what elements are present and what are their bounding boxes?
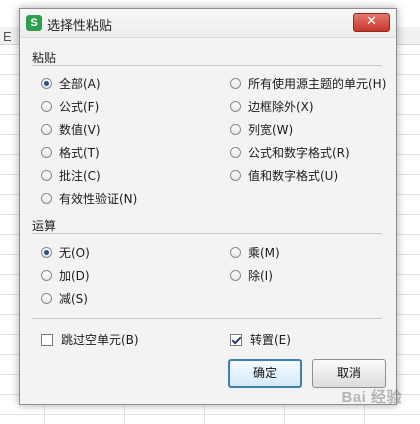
paste-option-values[interactable]: 数值(V) bbox=[41, 121, 101, 138]
radio-button[interactable] bbox=[230, 147, 241, 158]
option-label: 格式(T) bbox=[59, 146, 100, 160]
paste-option-source-theme[interactable]: 所有使用源主题的单元(H) bbox=[230, 75, 386, 92]
option-label: 公式(F) bbox=[59, 100, 100, 114]
radio-button[interactable] bbox=[41, 293, 52, 304]
option-label: 无(O) bbox=[59, 246, 90, 260]
wps-app-icon: S bbox=[26, 15, 42, 31]
radio-button[interactable] bbox=[230, 170, 241, 181]
paste-option-formats[interactable]: 格式(T) bbox=[41, 144, 100, 161]
option-label: 减(S) bbox=[59, 292, 88, 306]
checkbox-box[interactable] bbox=[230, 333, 242, 346]
paste-option-except-borders[interactable]: 边框除外(X) bbox=[230, 98, 314, 115]
paste-option-validation[interactable]: 有效性验证(N) bbox=[41, 190, 137, 207]
radio-button[interactable] bbox=[230, 78, 241, 89]
checkbox-label: 跳过空单元(B) bbox=[61, 333, 139, 347]
ok-button[interactable]: 确定 bbox=[228, 359, 302, 388]
paste-special-dialog: S 选择性粘贴 ✕ 粘贴 全部(A) 公式(F) 数值(V) 格式(T) 批注(… bbox=[19, 8, 397, 405]
watermark-text: Bai 经验 bbox=[341, 389, 402, 406]
bottom-divider bbox=[32, 318, 382, 319]
paste-option-column-widths[interactable]: 列宽(W) bbox=[230, 121, 293, 138]
paste-section-divider bbox=[32, 65, 382, 66]
paste-option-comments[interactable]: 批注(C) bbox=[41, 167, 101, 184]
operation-option-divide[interactable]: 除(I) bbox=[230, 267, 273, 284]
checkbox-label: 转置(E) bbox=[250, 333, 291, 347]
radio-button[interactable] bbox=[230, 247, 241, 258]
option-label: 加(D) bbox=[59, 269, 90, 283]
radio-button[interactable] bbox=[41, 170, 52, 181]
option-label: 有效性验证(N) bbox=[59, 192, 138, 206]
operation-option-multiply[interactable]: 乘(M) bbox=[230, 244, 280, 261]
operation-option-add[interactable]: 加(D) bbox=[41, 267, 90, 284]
option-label: 批注(C) bbox=[59, 169, 101, 183]
skip-blanks-checkbox[interactable]: 跳过空单元(B) bbox=[41, 331, 139, 348]
dialog-titlebar[interactable]: S 选择性粘贴 ✕ bbox=[20, 9, 396, 38]
radio-button[interactable] bbox=[41, 101, 52, 112]
radio-button[interactable] bbox=[230, 101, 241, 112]
operation-section-divider bbox=[32, 233, 382, 234]
close-button[interactable]: ✕ bbox=[353, 13, 390, 32]
option-label: 边框除外(X) bbox=[248, 100, 314, 114]
operation-option-none[interactable]: 无(O) bbox=[41, 244, 90, 261]
paste-option-values-number-formats[interactable]: 值和数字格式(U) bbox=[230, 167, 338, 184]
cancel-button[interactable]: 取消 bbox=[312, 359, 386, 388]
paste-option-all[interactable]: 全部(A) bbox=[41, 75, 101, 92]
option-label: 除(I) bbox=[248, 269, 273, 283]
transpose-checkbox[interactable]: 转置(E) bbox=[230, 331, 291, 348]
option-label: 所有使用源主题的单元(H) bbox=[248, 77, 387, 91]
radio-button[interactable] bbox=[41, 193, 52, 204]
radio-button[interactable] bbox=[41, 78, 52, 89]
dialog-title: 选择性粘贴 bbox=[47, 19, 113, 34]
radio-button[interactable] bbox=[41, 147, 52, 158]
option-label: 数值(V) bbox=[59, 123, 101, 137]
radio-button[interactable] bbox=[41, 124, 52, 135]
radio-button[interactable] bbox=[230, 270, 241, 281]
option-label: 全部(A) bbox=[59, 77, 101, 91]
option-label: 值和数字格式(U) bbox=[248, 169, 339, 183]
option-label: 列宽(W) bbox=[248, 123, 294, 137]
option-label: 乘(M) bbox=[248, 246, 280, 260]
radio-button[interactable] bbox=[41, 247, 52, 258]
radio-button[interactable] bbox=[230, 124, 241, 135]
paste-option-formulas-number-formats[interactable]: 公式和数字格式(R) bbox=[230, 144, 350, 161]
checkbox-box[interactable] bbox=[41, 333, 53, 346]
operation-option-subtract[interactable]: 减(S) bbox=[41, 290, 88, 307]
operation-section-label: 运算 bbox=[32, 219, 57, 233]
paste-section-label: 粘贴 bbox=[32, 51, 57, 65]
column-header-e[interactable]: E bbox=[3, 29, 12, 44]
option-label: 公式和数字格式(R) bbox=[248, 146, 350, 160]
paste-option-formulas[interactable]: 公式(F) bbox=[41, 98, 99, 115]
radio-button[interactable] bbox=[41, 270, 52, 281]
